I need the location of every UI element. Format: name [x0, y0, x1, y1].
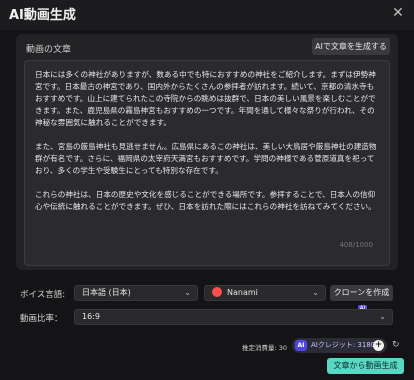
voice-language-label: ボイス言語:: [20, 290, 66, 300]
script-panel: 動画の文章 AIで文章を生成する 日本には多くの神社がありますが、数ある中でも特…: [16, 34, 398, 270]
title-bar: AI動画生成 ✕: [0, 0, 414, 30]
aspect-ratio-value: 16:9: [82, 312, 100, 321]
ai-generate-text-button[interactable]: AIで文章を生成する: [312, 38, 390, 55]
voice-speaker-value: Nanami: [227, 288, 258, 297]
script-panel-label: 動画の文章: [26, 45, 72, 55]
voice-language-value: 日本語 (日本): [82, 288, 131, 297]
ai-credit-icon: AI: [295, 340, 307, 351]
voice-avatar-icon: [212, 286, 222, 297]
refresh-icon[interactable]: ↻: [392, 340, 400, 350]
voice-speaker-select[interactable]: Nanami ⌄: [204, 285, 326, 301]
script-paragraph: これらの神社は、日本の歴史や文化を感じることができる場所です。参拝することで、日…: [35, 190, 376, 211]
window-title: AI動画生成: [9, 8, 76, 23]
ai-credit-pill: AI AIクレジット: 3180 +: [292, 338, 387, 353]
chevron-down-icon: ⌄: [379, 312, 386, 321]
aspect-ratio-label: 動画比率：: [20, 314, 63, 324]
aspect-ratio-select[interactable]: 16:9 ⌄: [74, 309, 393, 325]
plus-icon[interactable]: +: [373, 340, 384, 351]
estimated-cost: 推定消費量: 30: [242, 344, 288, 352]
script-textarea[interactable]: 日本には多くの神社がありますが、数ある中でも特におすすめの神社をご紹介します。ま…: [24, 60, 390, 266]
close-icon[interactable]: ✕: [390, 5, 406, 21]
voice-language-select[interactable]: 日本語 (日本) ⌄: [74, 285, 198, 301]
chevron-down-icon: ⌄: [184, 288, 191, 297]
script-paragraph: 日本には多くの神社がありますが、数ある中でも特におすすめの神社をご紹介します。ま…: [35, 70, 376, 127]
script-paragraph: また、宮島の厳島神社も見逃せません。広島県にあるこの神社は、美しい大鳥居や厳島神…: [35, 142, 377, 175]
generate-video-button[interactable]: 文章から動画生成: [327, 358, 404, 374]
ai-credit-text: AIクレジット: 3180: [311, 341, 376, 349]
chevron-down-icon: ⌄: [312, 288, 319, 297]
char-counter: 408/1000: [339, 241, 373, 249]
clone-voice-button[interactable]: クローンを作成AI: [330, 285, 393, 313]
clone-voice-label: クローンを作成: [333, 288, 390, 297]
